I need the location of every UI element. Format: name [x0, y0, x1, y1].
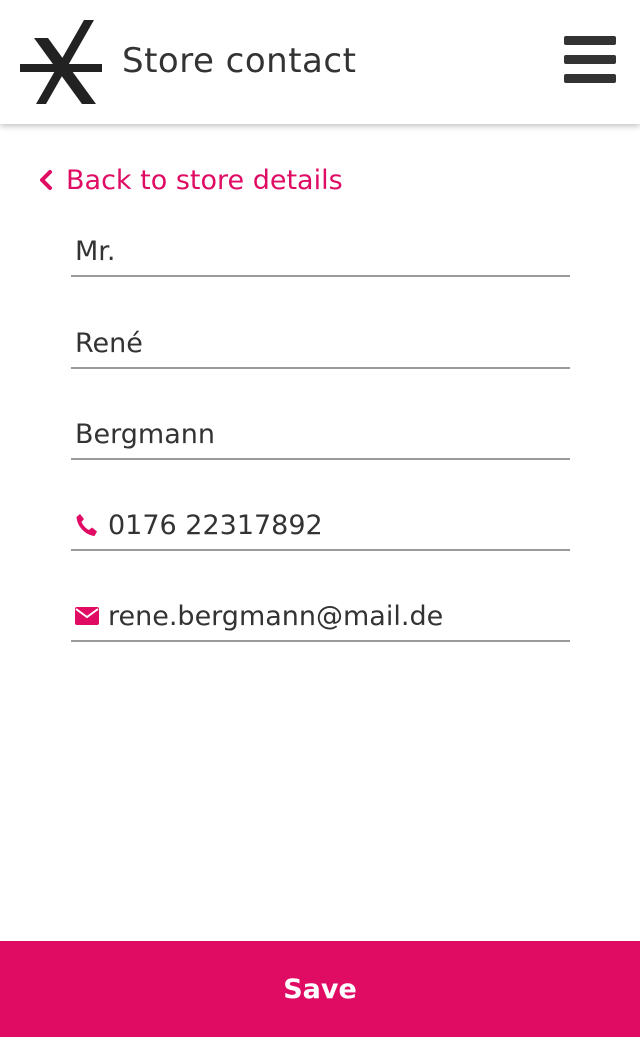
envelope-icon	[75, 607, 99, 625]
save-button[interactable]: Save	[0, 941, 640, 1037]
last-name-field[interactable]: Bergmann	[71, 416, 570, 460]
first-name-value: René	[75, 328, 143, 359]
email-value: rene.bergmann@mail.de	[108, 601, 444, 632]
phone-icon	[76, 514, 97, 536]
phone-value: 0176 22317892	[108, 510, 323, 541]
last-name-value: Bergmann	[75, 419, 215, 450]
first-name-field[interactable]: René	[71, 325, 570, 369]
back-link-label: Back to store details	[66, 164, 343, 196]
page-title: Store contact	[122, 41, 357, 81]
salutation-field[interactable]: Mr.	[71, 233, 570, 277]
hamburger-menu-icon[interactable]	[560, 34, 618, 86]
chevron-left-icon	[40, 170, 52, 190]
salutation-value: Mr.	[75, 236, 116, 267]
save-button-label: Save	[283, 973, 357, 1005]
email-field[interactable]: rene.bergmann@mail.de	[71, 598, 570, 642]
app-header: Store contact	[0, 0, 640, 124]
brand-logo	[20, 20, 102, 104]
back-to-store-details-link[interactable]: Back to store details	[38, 160, 343, 200]
phone-field[interactable]: 0176 22317892	[71, 507, 570, 551]
